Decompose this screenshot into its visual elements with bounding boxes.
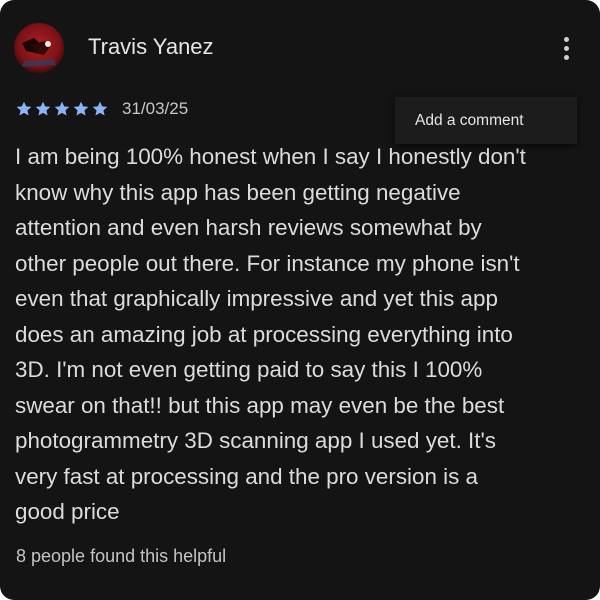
review-text-line: does an amazing job at processing everyt…: [15, 321, 513, 347]
star-icon: [73, 101, 89, 116]
star-icon: [54, 101, 70, 116]
review-text-line: swear on that!! but this app may even be…: [15, 392, 505, 418]
review-text-line: even that graphically impressive and yet…: [15, 286, 498, 311]
more-vert-icon-dot: [563, 45, 569, 51]
helpful-count: 8 people found this helpful: [16, 546, 227, 566]
review-text-line: other people out there. For instance my …: [15, 250, 520, 276]
review-card: Travis Yanez 31/03/25 Add a comment I am…: [0, 0, 600, 600]
review-text-line: good price: [15, 499, 120, 524]
comment-menu: Add a comment: [395, 97, 577, 144]
reviewer-name: Travis Yanez: [88, 34, 214, 59]
review-text-line: attention and even harsh reviews somewha…: [15, 215, 482, 240]
review-text-line: very fast at processing and the pro vers…: [15, 463, 478, 489]
more-vert-icon: [563, 36, 569, 42]
review-text: I am being 100% honest when I say I hone…: [15, 139, 590, 530]
star-icon: [16, 101, 32, 116]
add-comment-menu-item[interactable]: Add a comment: [415, 112, 524, 130]
review-text-line: photogrammetry 3D scanning app I used ye…: [15, 428, 496, 453]
star-icon: [92, 101, 108, 116]
rating-row: 31/03/25: [15, 97, 188, 121]
review-date: 31/03/25: [122, 99, 189, 118]
star-rating: [15, 100, 109, 118]
review-text-line: know why this app has been getting negat…: [15, 179, 461, 205]
avatar[interactable]: [14, 23, 64, 73]
avatar-image: [14, 23, 64, 73]
review-text-line: I am being 100% honest when I say I hone…: [15, 144, 526, 169]
star-icon: [35, 101, 51, 116]
more-options-button[interactable]: [550, 30, 582, 66]
more-vert-icon-dot: [563, 54, 569, 60]
review-text-line: 3D. I'm not even getting paid to say thi…: [15, 357, 483, 382]
